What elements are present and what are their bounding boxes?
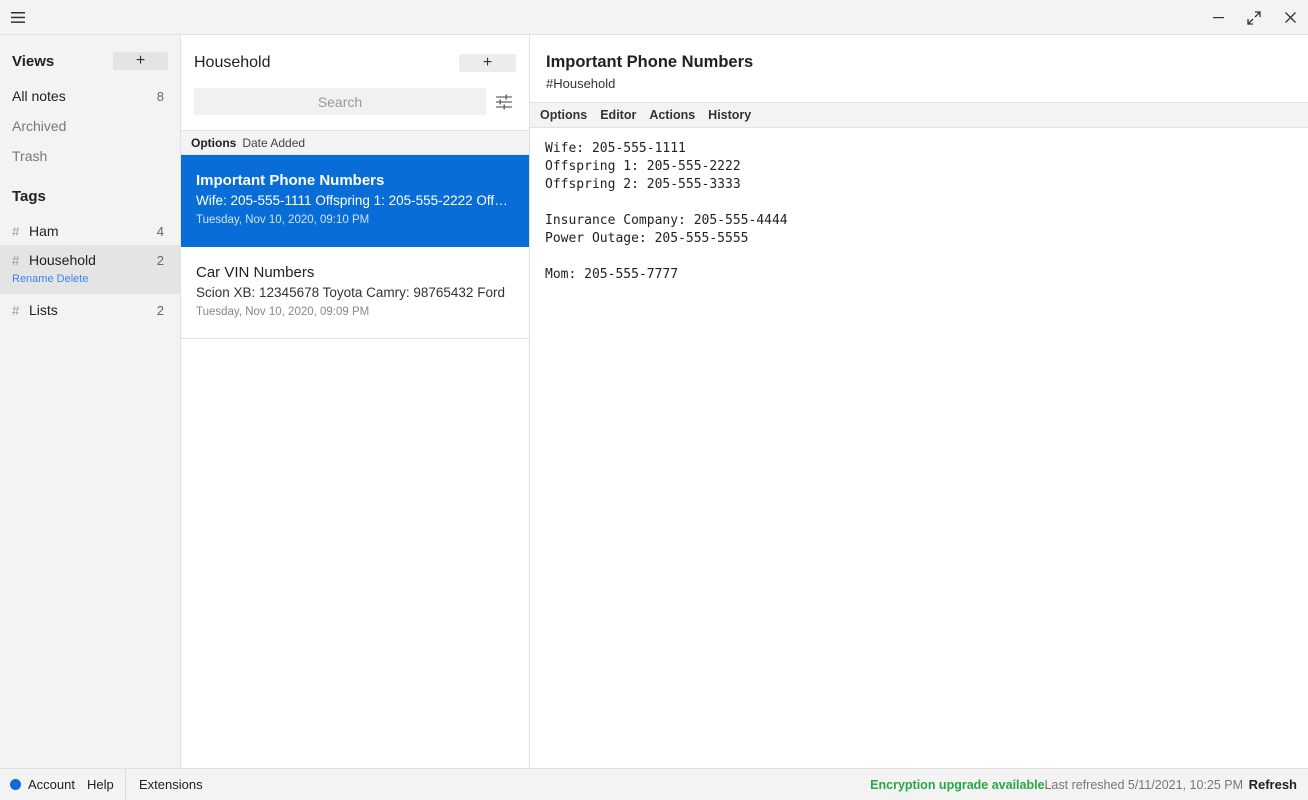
rename-tag-link[interactable]: Rename — [12, 273, 54, 285]
view-all-notes[interactable]: All notes 8 — [0, 81, 180, 111]
tag-household[interactable]: # Household 2 Rename Delete — [0, 245, 180, 294]
sort-options-button[interactable]: Options — [191, 136, 236, 150]
hamburger-menu-icon[interactable] — [0, 0, 36, 35]
extensions-label: Extensions — [139, 777, 203, 792]
filter-sliders-icon[interactable] — [495, 93, 513, 111]
note-date: Tuesday, Nov 10, 2020, 09:09 PM — [196, 306, 370, 318]
menu-editor[interactable]: Editor — [600, 108, 636, 122]
refresh-button[interactable]: Refresh — [1249, 769, 1297, 800]
add-view-button[interactable]: + — [113, 52, 168, 70]
account-label: Account — [28, 777, 75, 792]
view-label: Trash — [12, 148, 48, 164]
account-status-dot-icon — [10, 779, 21, 790]
notes-list-panel: Household + Options Date Added Important… — [181, 35, 530, 768]
tag-count: 4 — [156, 223, 164, 239]
last-refreshed-text: Last refreshed 5/11/2021, 10:25 PM — [1044, 777, 1243, 792]
add-note-button[interactable]: + — [459, 54, 516, 72]
menu-options[interactable]: Options — [540, 108, 587, 122]
menu-history[interactable]: History — [708, 108, 751, 122]
title-bar — [0, 0, 1308, 35]
hash-icon: # — [12, 302, 20, 318]
tags-header: Tags — [12, 188, 46, 205]
tag-label: Household — [29, 252, 96, 268]
status-footer: Account Help Extensions Encryption upgra… — [0, 768, 1308, 800]
help-label: Help — [87, 777, 114, 792]
delete-tag-link[interactable]: Delete — [57, 273, 89, 285]
note-title: Important Phone Numbers — [196, 172, 385, 189]
note-list-item[interactable]: Car VIN Numbers Scion XB: 12345678 Toyot… — [181, 247, 529, 339]
tag-ham[interactable]: # Ham 4 — [0, 216, 180, 246]
note-body-editor[interactable]: Wife: 205-555-1111 Offspring 1: 205-555-… — [545, 140, 1295, 750]
view-label: Archived — [12, 118, 67, 134]
menu-actions[interactable]: Actions — [649, 108, 695, 122]
minimize-icon[interactable] — [1200, 0, 1236, 35]
view-label: All notes — [12, 88, 66, 104]
note-title: Car VIN Numbers — [196, 264, 315, 281]
view-count: 8 — [156, 88, 164, 104]
hash-icon: # — [12, 223, 20, 239]
help-button[interactable]: Help — [87, 769, 114, 800]
note-preview: Scion XB: 12345678 Toyota Camry: 9876543… — [196, 285, 505, 300]
editor-menu-bar: Options Editor Actions History — [530, 102, 1308, 128]
tag-actions: Rename Delete — [12, 273, 88, 285]
sort-value[interactable]: Date Added — [242, 136, 305, 150]
note-list-item[interactable]: Important Phone Numbers Wife: 205-555-11… — [181, 155, 529, 247]
view-trash[interactable]: Trash — [0, 141, 180, 171]
hash-icon: # — [12, 252, 20, 268]
view-archived[interactable]: Archived — [0, 111, 180, 141]
views-header: Views — [12, 53, 55, 70]
note-date: Tuesday, Nov 10, 2020, 09:10 PM — [196, 214, 370, 226]
editor-panel: Important Phone Numbers #Household Optio… — [530, 35, 1308, 768]
notes-list-title: Household — [194, 54, 271, 71]
extensions-button[interactable]: Extensions — [139, 769, 203, 800]
note-preview: Wife: 205-555-1111 Offspring 1: 205-555-… — [196, 193, 514, 208]
footer-divider — [125, 769, 126, 800]
maximize-icon[interactable] — [1236, 0, 1272, 35]
close-icon[interactable] — [1272, 0, 1308, 35]
tag-label: Lists — [29, 302, 58, 318]
tag-count: 2 — [156, 252, 164, 268]
encryption-upgrade-link[interactable]: Encryption upgrade available. — [870, 769, 1048, 800]
search-input[interactable] — [194, 88, 486, 115]
tag-lists[interactable]: # Lists 2 — [0, 295, 180, 325]
tag-count: 2 — [156, 302, 164, 318]
sort-bar: Options Date Added — [181, 130, 529, 155]
note-tag-field[interactable]: #Household — [546, 76, 615, 91]
sidebar: Views + All notes 8 Archived Trash Tags … — [0, 35, 181, 768]
note-title-field[interactable]: Important Phone Numbers — [546, 53, 753, 72]
tag-label: Ham — [29, 223, 59, 239]
account-button[interactable]: Account — [10, 769, 75, 800]
